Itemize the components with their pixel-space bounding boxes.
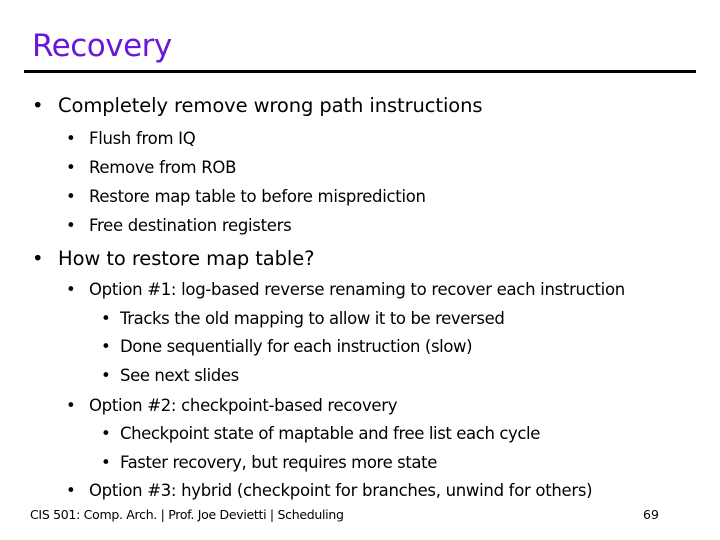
bullet-icon: • (66, 481, 76, 500)
bullet-icon: • (101, 453, 111, 472)
bullet-icon: • (101, 309, 111, 328)
bullet-icon: • (66, 129, 76, 148)
sub-bullet-item: Remove from ROB (89, 158, 237, 177)
sub-sub-bullet-item: Faster recovery, but requires more state (120, 453, 437, 472)
bullet-item: How to restore map table? (58, 247, 315, 270)
sub-bullet-item: Free destination registers (89, 216, 292, 235)
bullet-icon: • (101, 366, 111, 385)
slide-footer: CIS 501: Comp. Arch. | Prof. Joe Deviett… (30, 507, 344, 522)
sub-sub-bullet-item: Done sequentially for each instruction (… (120, 337, 473, 356)
sub-bullet-item: Option #2: checkpoint-based recovery (89, 396, 398, 415)
bullet-icon: • (32, 247, 44, 270)
sub-bullet-item: Flush from IQ (89, 129, 196, 148)
bullet-icon: • (101, 337, 111, 356)
bullet-icon: • (66, 216, 76, 235)
bullet-icon: • (101, 424, 111, 443)
bullet-icon: • (66, 280, 76, 299)
sub-sub-bullet-item: See next slides (120, 366, 239, 385)
bullet-icon: • (32, 94, 44, 117)
page-number: 69 (643, 507, 659, 522)
sub-bullet-item: Option #1: log-based reverse renaming to… (89, 280, 625, 299)
sub-sub-bullet-item: Checkpoint state of maptable and free li… (120, 424, 540, 443)
sub-sub-bullet-item: Tracks the old mapping to allow it to be… (120, 309, 505, 328)
bullet-icon: • (66, 396, 76, 415)
sub-bullet-item: Option #3: hybrid (checkpoint for branch… (89, 481, 593, 500)
title-divider (24, 70, 696, 73)
slide-title: Recovery (32, 28, 172, 64)
bullet-icon: • (66, 158, 76, 177)
bullet-icon: • (66, 187, 76, 206)
sub-bullet-item: Restore map table to before mispredictio… (89, 187, 426, 206)
bullet-item: Completely remove wrong path instruction… (58, 94, 483, 117)
